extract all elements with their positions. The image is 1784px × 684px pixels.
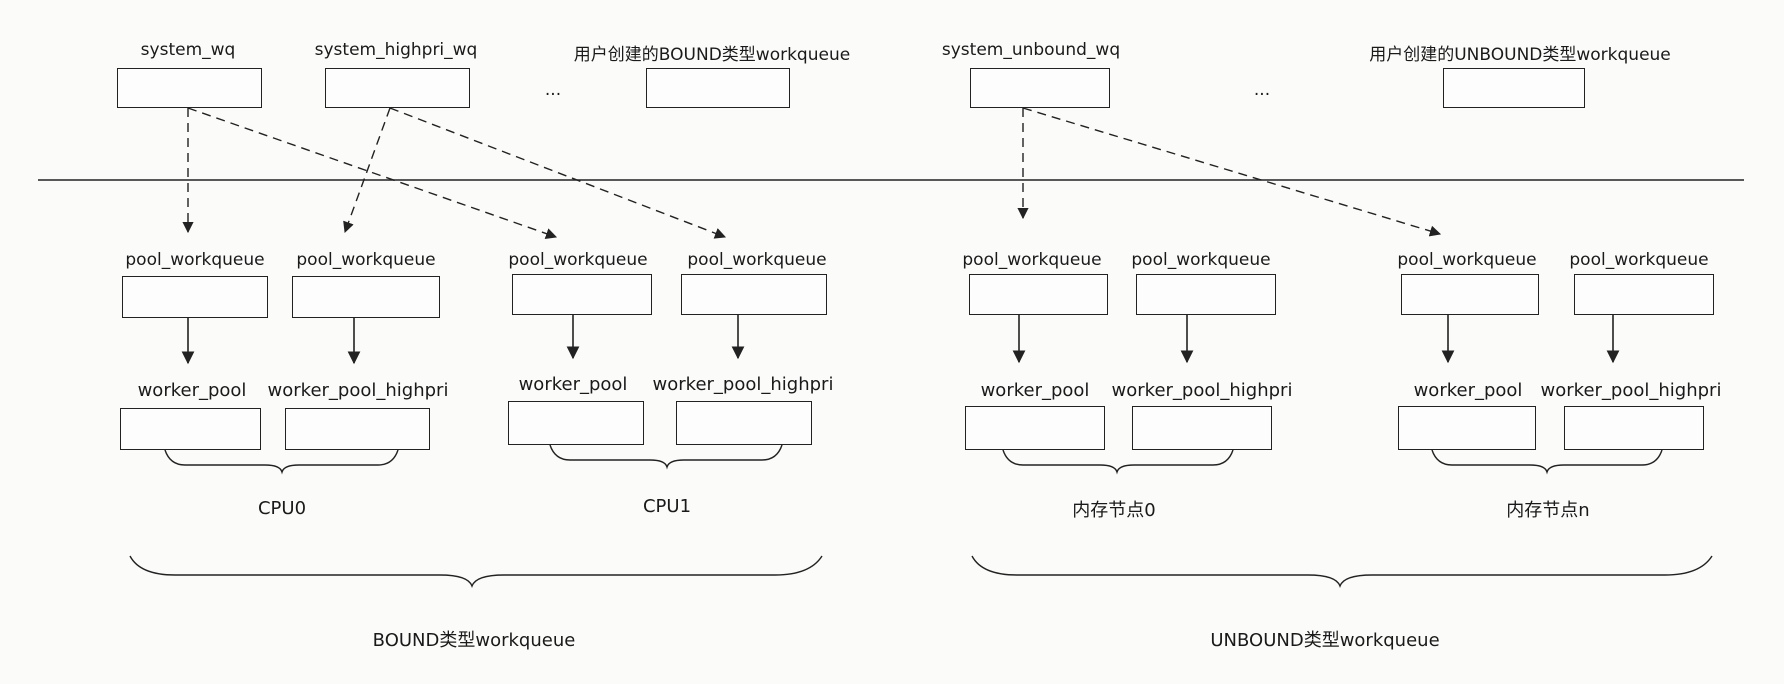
- arrow-highpri-wq-to-cpu0-pwq: [343, 107, 391, 234]
- box-noden-worker-pool: [1398, 406, 1536, 450]
- box-cpu0-pool-workqueue-highpri: [292, 276, 440, 318]
- label-noden-worker-pool: worker_pool: [1413, 380, 1523, 401]
- box-user-unbound-wq: [1443, 68, 1585, 108]
- label-node0-worker-pool-highpri: worker_pool_highpri: [1111, 380, 1293, 401]
- label-node0-pool-workqueue: pool_workqueue: [962, 250, 1102, 270]
- box-cpu1-worker-pool-highpri: [676, 401, 812, 445]
- label-system-unbound-wq: system_unbound_wq: [941, 40, 1121, 60]
- label-cpu0-worker-pool: worker_pool: [137, 380, 247, 401]
- section-label-unbound: UNBOUND类型workqueue: [1210, 630, 1440, 651]
- label-user-unbound-wq: 用户创建的UNBOUND类型workqueue: [1369, 45, 1671, 65]
- label-noden-worker-pool-highpri: worker_pool_highpri: [1540, 380, 1722, 401]
- brace-node0: [1002, 449, 1234, 475]
- box-noden-pool-workqueue: [1401, 274, 1539, 315]
- box-noden-pool-workqueue-highpri: [1574, 274, 1714, 315]
- brace-bound: [129, 555, 823, 589]
- box-system-unbound-wq: [970, 68, 1110, 108]
- label-cpu1-pool-workqueue: pool_workqueue: [508, 250, 648, 270]
- brace-cpu0: [164, 449, 399, 475]
- label-cpu0-pool-workqueue-highpri: pool_workqueue: [296, 250, 436, 270]
- label-node0-pool-workqueue-highpri: pool_workqueue: [1131, 250, 1271, 270]
- group-label-node0: 内存节点0: [1072, 500, 1156, 521]
- ellipsis-bound: ...: [544, 80, 562, 100]
- label-system-highpri-wq: system_highpri_wq: [314, 40, 478, 60]
- label-cpu1-pool-workqueue-highpri: pool_workqueue: [687, 250, 827, 270]
- group-label-cpu0: CPU0: [257, 498, 307, 519]
- box-system-highpri-wq: [325, 68, 470, 108]
- group-label-cpu1: CPU1: [642, 496, 692, 517]
- label-cpu0-worker-pool-highpri: worker_pool_highpri: [267, 380, 449, 401]
- arrow-system-wq-to-cpu1-pwq: [187, 107, 558, 239]
- label-system-wq: system_wq: [140, 40, 236, 60]
- arrow-unbound-wq-to-noden-pwq: [1022, 107, 1442, 237]
- label-cpu1-worker-pool-highpri: worker_pool_highpri: [652, 374, 834, 395]
- label-noden-pool-workqueue: pool_workqueue: [1397, 250, 1537, 270]
- label-user-bound-wq: 用户创建的BOUND类型workqueue: [573, 45, 851, 65]
- box-cpu0-worker-pool: [120, 408, 261, 450]
- label-cpu1-worker-pool: worker_pool: [518, 374, 628, 395]
- group-label-noden: 内存节点n: [1506, 500, 1590, 521]
- box-node0-pool-workqueue-highpri: [1136, 274, 1276, 315]
- box-cpu0-worker-pool-highpri: [285, 408, 430, 450]
- brace-noden: [1431, 449, 1663, 475]
- box-cpu1-pool-workqueue-highpri: [681, 274, 827, 315]
- box-cpu1-worker-pool: [508, 401, 644, 445]
- box-system-wq: [117, 68, 262, 108]
- label-noden-pool-workqueue-highpri: pool_workqueue: [1569, 250, 1709, 270]
- box-cpu0-pool-workqueue: [122, 276, 268, 318]
- section-label-bound: BOUND类型workqueue: [372, 630, 576, 651]
- box-noden-worker-pool-highpri: [1564, 406, 1704, 450]
- box-node0-worker-pool-highpri: [1132, 406, 1272, 450]
- box-node0-pool-workqueue: [969, 274, 1108, 315]
- arrow-highpri-wq-to-cpu1-pwq: [389, 107, 727, 239]
- box-user-bound-wq: [646, 68, 790, 108]
- label-cpu0-pool-workqueue: pool_workqueue: [125, 250, 265, 270]
- brace-unbound: [971, 555, 1713, 589]
- box-node0-worker-pool: [965, 406, 1105, 450]
- label-node0-worker-pool: worker_pool: [980, 380, 1090, 401]
- box-cpu1-pool-workqueue: [512, 274, 652, 315]
- ellipsis-unbound: ...: [1253, 80, 1271, 100]
- brace-cpu1: [549, 444, 783, 470]
